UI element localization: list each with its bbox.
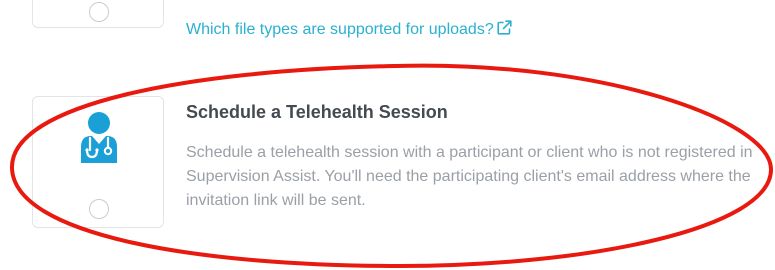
file-types-help-link[interactable]: Which file types are supported for uploa… xyxy=(186,20,512,40)
doctor-stethoscope-icon xyxy=(77,111,121,165)
telehealth-option-description: Schedule a telehealth session with a par… xyxy=(186,144,753,209)
telehealth-option-card[interactable] xyxy=(32,96,164,228)
scheduling-options-panel: Which file types are supported for uploa… xyxy=(0,0,775,270)
upload-option-card[interactable] xyxy=(32,0,164,28)
telehealth-option-radio[interactable] xyxy=(89,199,109,219)
telehealth-option-title: Schedule a Telehealth Session xyxy=(186,102,448,122)
file-types-help-link-label: Which file types are supported for uploa… xyxy=(186,21,494,38)
external-link-icon xyxy=(497,20,512,40)
upload-option-radio[interactable] xyxy=(89,2,109,22)
